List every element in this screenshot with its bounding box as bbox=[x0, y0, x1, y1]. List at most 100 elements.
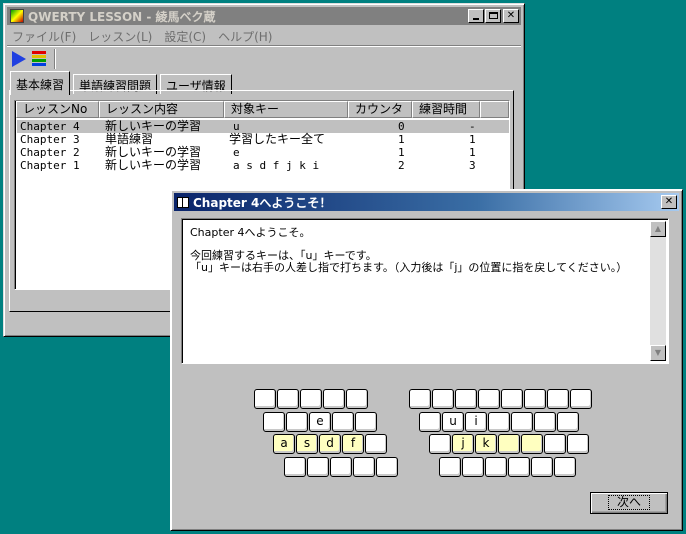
next-button-label: 次へ bbox=[607, 495, 650, 510]
dialog-close-button[interactable]: ✕ bbox=[661, 195, 677, 209]
key-label: f bbox=[350, 436, 356, 450]
key-k: k bbox=[475, 434, 497, 454]
scroll-up-button[interactable]: ▲ bbox=[650, 221, 666, 237]
key bbox=[323, 389, 345, 409]
cell-lesson-no: Chapter 4 bbox=[20, 120, 80, 133]
menu-lesson[interactable]: レッスン(L) bbox=[84, 27, 160, 45]
table-row[interactable]: Chapter 1 新しいキーの学習 a s d f j k i 2 3 bbox=[17, 159, 509, 173]
menubar: ファイル(F) レッスン(L) 設定(C) ヘルプ(H) bbox=[8, 27, 280, 45]
close-icon: ✕ bbox=[506, 10, 516, 21]
key bbox=[254, 389, 276, 409]
key bbox=[455, 389, 477, 409]
toolbar-divider bbox=[54, 49, 56, 69]
key bbox=[462, 457, 484, 477]
minimize-button[interactable] bbox=[468, 9, 484, 23]
menu-file[interactable]: ファイル(F) bbox=[8, 27, 84, 45]
cell-keys: 学習したキー全て bbox=[229, 132, 326, 146]
cell-keys: e bbox=[233, 146, 240, 159]
key bbox=[284, 457, 306, 477]
app-icon bbox=[10, 9, 24, 23]
message-line-1: Chapter 4へようこそ。 bbox=[190, 226, 311, 239]
key bbox=[544, 434, 566, 454]
table-row[interactable]: Chapter 3 単語練習 学習したキー全て 1 1 bbox=[17, 132, 509, 147]
key-e: e bbox=[309, 412, 331, 432]
key bbox=[508, 457, 530, 477]
col-header-keys[interactable]: 対象キー bbox=[224, 101, 348, 118]
key-label: a bbox=[280, 436, 288, 450]
col-header-time[interactable]: 練習時間 bbox=[412, 101, 480, 118]
maximize-icon bbox=[489, 12, 498, 19]
key bbox=[277, 389, 299, 409]
key bbox=[567, 434, 589, 454]
key bbox=[531, 457, 553, 477]
cell-counter: 0 bbox=[398, 120, 405, 133]
minimize-icon bbox=[473, 18, 479, 20]
play-icon[interactable] bbox=[12, 51, 26, 67]
key bbox=[429, 434, 451, 454]
key bbox=[286, 412, 308, 432]
col-header-filler bbox=[480, 101, 509, 118]
cell-time: 1 bbox=[469, 133, 476, 146]
key-label: k bbox=[482, 436, 490, 450]
key-label: d bbox=[326, 436, 334, 450]
key-j: j bbox=[452, 434, 474, 454]
vertical-scrollbar[interactable]: ▲ ▼ bbox=[650, 221, 666, 361]
dialog-titlebar[interactable]: Chapter 4へようこそ！ ✕ bbox=[174, 193, 679, 211]
key bbox=[409, 389, 431, 409]
maximize-button[interactable] bbox=[485, 9, 501, 23]
col-header-lesson-no[interactable]: レッスンNo bbox=[16, 101, 99, 118]
scroll-down-button[interactable]: ▼ bbox=[650, 345, 666, 361]
cell-time: - bbox=[469, 120, 476, 133]
key-label: j bbox=[461, 436, 465, 450]
key-label: u bbox=[449, 414, 457, 428]
key bbox=[346, 389, 368, 409]
table-row[interactable]: Chapter 2 新しいキーの学習 e 1 1 bbox=[17, 146, 509, 160]
main-titlebar[interactable]: QWERTY LESSON - 綾馬ベク蔵 ✕ bbox=[7, 7, 521, 25]
toolbar bbox=[10, 49, 70, 69]
tab-label: 基本練習 bbox=[16, 78, 65, 92]
book-icon bbox=[177, 196, 189, 208]
key-i: i bbox=[465, 412, 487, 432]
close-button[interactable]: ✕ bbox=[503, 9, 519, 23]
stats-icon[interactable] bbox=[32, 51, 46, 67]
col-header-counter[interactable]: カウンタ bbox=[348, 101, 412, 118]
key bbox=[570, 389, 592, 409]
key bbox=[330, 457, 352, 477]
key bbox=[432, 389, 454, 409]
key bbox=[534, 412, 556, 432]
key bbox=[439, 457, 461, 477]
key bbox=[263, 412, 285, 432]
arrow-down-icon: ▼ bbox=[654, 348, 662, 357]
menu-settings[interactable]: 設定(C) bbox=[160, 27, 214, 45]
key bbox=[365, 434, 387, 454]
cell-counter: 2 bbox=[398, 159, 405, 172]
cell-time: 1 bbox=[469, 146, 476, 159]
message-line-3: 「u」キーは右手の人差し指で打ちます。（入力後は「j」の位置に指を戻してください… bbox=[190, 261, 628, 274]
key-semicolon bbox=[521, 434, 543, 454]
key bbox=[300, 389, 322, 409]
cell-keys: a s d f j k i bbox=[233, 159, 320, 172]
main-window-title: QWERTY LESSON - 綾馬ベク蔵 bbox=[28, 9, 216, 24]
cell-counter: 1 bbox=[398, 133, 405, 146]
key-u: u bbox=[442, 412, 464, 432]
key-label: s bbox=[303, 436, 311, 450]
key bbox=[547, 389, 569, 409]
key-label: e bbox=[316, 414, 324, 428]
message-textbox[interactable]: Chapter 4へようこそ。 今回練習するキーは、「u」キーです。 「u」キー… bbox=[181, 218, 669, 364]
cell-lesson-no: Chapter 2 bbox=[20, 146, 80, 159]
key bbox=[419, 412, 441, 432]
next-button[interactable]: 次へ bbox=[590, 492, 668, 514]
dialog-title: Chapter 4へようこそ！ bbox=[193, 195, 332, 210]
menu-help[interactable]: ヘルプ(H) bbox=[214, 27, 280, 45]
key bbox=[376, 457, 398, 477]
key bbox=[332, 412, 354, 432]
tab-basic-practice[interactable]: 基本練習 bbox=[10, 71, 71, 95]
key bbox=[355, 412, 377, 432]
key bbox=[501, 389, 523, 409]
cell-lesson-no: Chapter 3 bbox=[20, 133, 80, 146]
key bbox=[488, 412, 510, 432]
col-header-content[interactable]: レッスン内容 bbox=[99, 101, 224, 118]
key bbox=[485, 457, 507, 477]
key bbox=[557, 412, 579, 432]
key-f: f bbox=[342, 434, 364, 454]
